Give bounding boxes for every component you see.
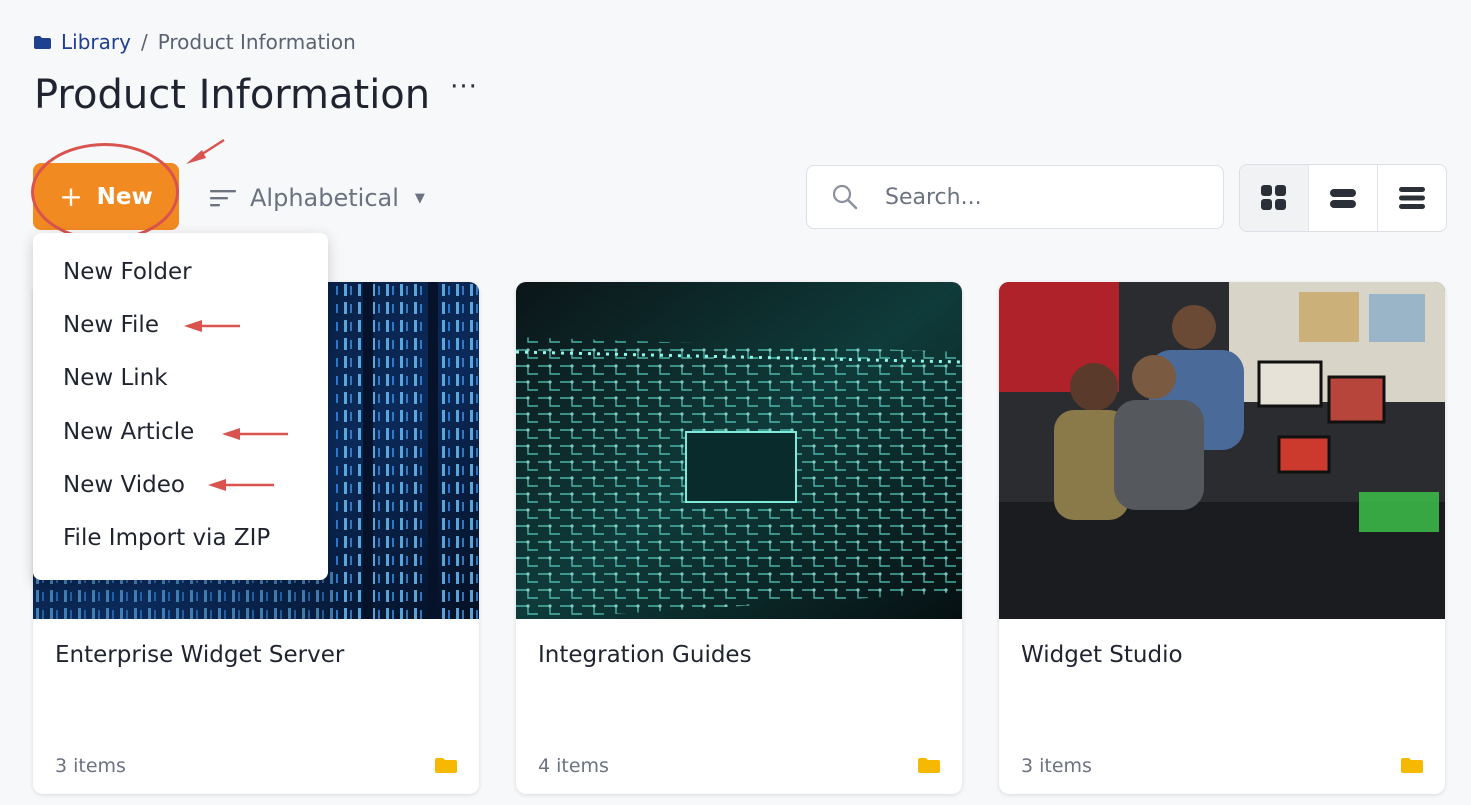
card-item-count: 3 items bbox=[55, 755, 126, 777]
menu-item-new-article[interactable]: New Article bbox=[63, 419, 194, 445]
search-box[interactable] bbox=[806, 165, 1224, 229]
folder-icon bbox=[1401, 758, 1423, 773]
annotation-arrow-icon bbox=[222, 428, 288, 440]
card-item-count: 3 items bbox=[1021, 755, 1092, 777]
list-view-icon bbox=[1399, 187, 1425, 209]
grid-view-button[interactable] bbox=[1240, 165, 1308, 231]
card-item-count: 4 items bbox=[538, 755, 609, 777]
page-header: Product Information ··· bbox=[34, 72, 478, 118]
card-list-view-button[interactable] bbox=[1308, 165, 1377, 231]
folder-icon bbox=[34, 35, 51, 49]
grid-view-icon bbox=[1261, 185, 1286, 210]
plus-icon: + bbox=[59, 179, 83, 213]
sort-label: Alphabetical bbox=[250, 184, 399, 212]
menu-item-new-video[interactable]: New Video bbox=[63, 472, 185, 498]
folder-icon bbox=[435, 758, 457, 773]
sort-icon bbox=[210, 190, 236, 207]
breadcrumb-current: Product Information bbox=[157, 30, 356, 54]
search-icon bbox=[832, 184, 858, 210]
folder-icon bbox=[918, 758, 940, 773]
breadcrumb-library-link[interactable]: Library bbox=[61, 30, 131, 54]
folder-card[interactable]: Integration Guides 4 items bbox=[516, 282, 962, 794]
card-title: Integration Guides bbox=[538, 642, 752, 668]
search-input[interactable] bbox=[883, 183, 1187, 211]
annotation-arrow-icon bbox=[208, 479, 274, 491]
new-menu: New Folder New File New Link New Article… bbox=[33, 233, 328, 580]
menu-item-new-link[interactable]: New Link bbox=[63, 365, 168, 391]
new-button-label: New bbox=[96, 183, 153, 210]
annotation-arrow-icon bbox=[184, 320, 240, 332]
card-list-view-icon bbox=[1330, 189, 1356, 208]
list-view-button[interactable] bbox=[1377, 165, 1446, 231]
view-mode-toggle bbox=[1239, 164, 1447, 232]
folder-card[interactable]: Widget Studio 3 items bbox=[999, 282, 1445, 794]
sort-dropdown[interactable]: Alphabetical ▼ bbox=[210, 178, 425, 218]
new-button[interactable]: + New bbox=[33, 163, 179, 230]
menu-item-file-import-zip[interactable]: File Import via ZIP bbox=[63, 525, 270, 551]
circuit-board-thumbnail bbox=[516, 282, 962, 619]
breadcrumb-separator: / bbox=[140, 30, 148, 54]
studio-thumbnail bbox=[999, 282, 1445, 619]
page-title: Product Information bbox=[34, 72, 431, 118]
more-options-icon[interactable]: ··· bbox=[450, 72, 478, 102]
menu-item-new-folder[interactable]: New Folder bbox=[63, 259, 192, 285]
card-title: Widget Studio bbox=[1021, 642, 1183, 668]
caret-down-icon: ▼ bbox=[414, 190, 425, 206]
card-title: Enterprise Widget Server bbox=[55, 642, 345, 668]
breadcrumb: Library / Product Information bbox=[34, 28, 356, 56]
annotation-arrow-icon bbox=[186, 138, 225, 164]
menu-item-new-file[interactable]: New File bbox=[63, 312, 159, 338]
